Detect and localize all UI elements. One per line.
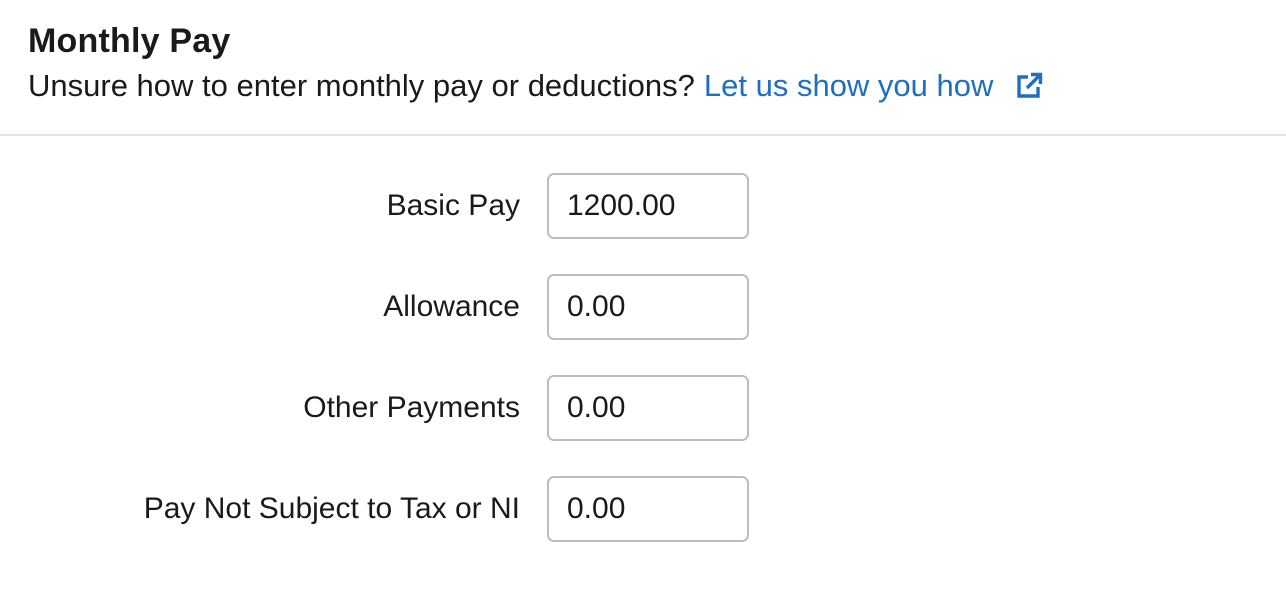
form-row-basic-pay: Basic Pay xyxy=(0,173,760,239)
help-text-label: Unsure how to enter monthly pay or deduc… xyxy=(28,68,695,103)
pay-not-subject-label: Pay Not Subject to Tax or NI xyxy=(143,492,520,525)
other-payments-input[interactable] xyxy=(547,375,749,441)
external-link-icon[interactable] xyxy=(1013,70,1045,102)
page-title: Monthly Pay xyxy=(28,22,231,60)
form-row-other-payments: Other Payments xyxy=(0,375,760,441)
allowance-input[interactable] xyxy=(547,274,749,340)
basic-pay-input[interactable] xyxy=(547,173,749,239)
section-header: Monthly Pay Unsure how to enter monthly … xyxy=(0,0,1286,136)
pay-not-subject-input[interactable] xyxy=(547,476,749,542)
basic-pay-label: Basic Pay xyxy=(386,189,520,222)
help-text: Unsure how to enter monthly pay or deduc… xyxy=(28,68,1045,104)
help-link[interactable]: Let us show you how xyxy=(704,68,1046,104)
allowance-label: Allowance xyxy=(383,290,520,323)
other-payments-label: Other Payments xyxy=(303,391,520,424)
help-link-label[interactable]: Let us show you how xyxy=(704,68,994,104)
form-row-allowance: Allowance xyxy=(0,274,760,340)
form-row-pay-not-subject: Pay Not Subject to Tax or NI xyxy=(0,476,760,542)
